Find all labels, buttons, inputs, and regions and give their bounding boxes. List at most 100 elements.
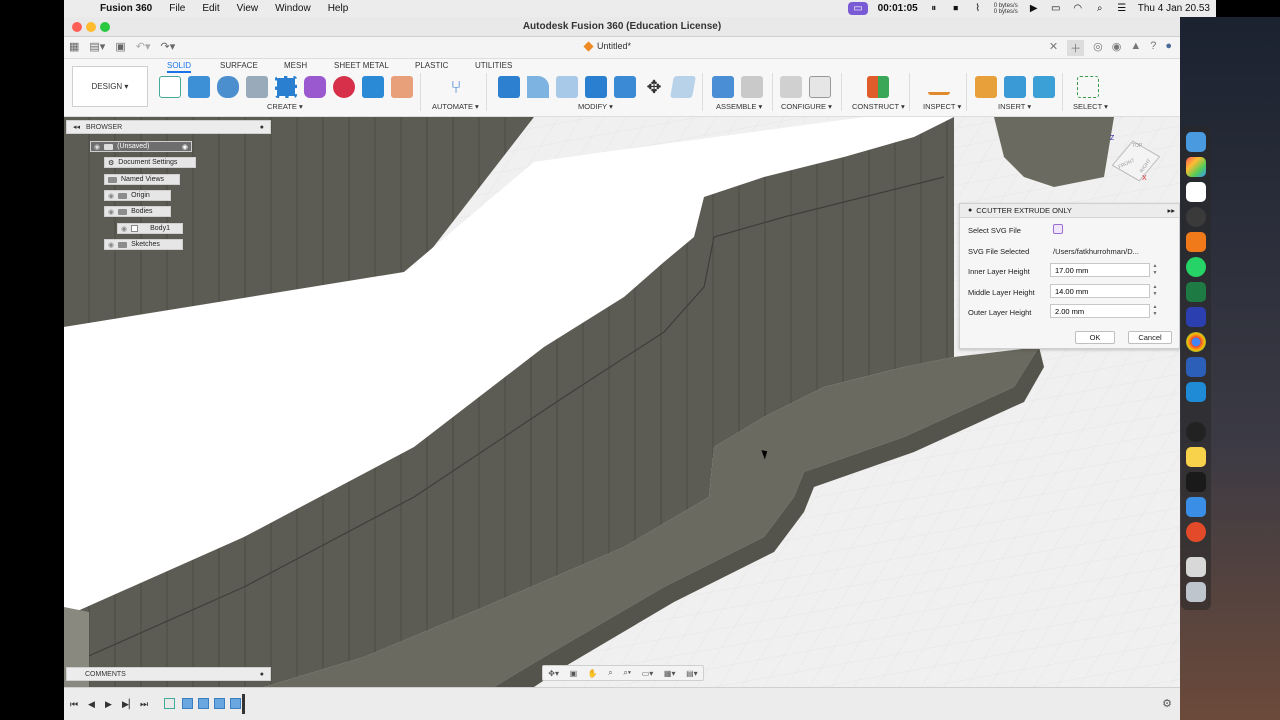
- timeline-extrude-feature-icon[interactable]: [230, 698, 241, 709]
- pattern-icon[interactable]: [275, 76, 297, 98]
- collapse-browser-icon[interactable]: ◂◂: [73, 123, 80, 131]
- menu-edit[interactable]: Edit: [202, 3, 219, 14]
- data-panel-grid-icon[interactable]: ▦: [69, 40, 79, 53]
- timeline-end-icon[interactable]: ⏭: [140, 699, 148, 710]
- timeline-start-icon[interactable]: ⏮: [70, 699, 78, 710]
- viewcube[interactable]: TOP FRONT RIGHT X Z: [1110, 135, 1161, 183]
- fillet-icon[interactable]: [527, 76, 549, 98]
- new-component-icon[interactable]: [712, 76, 734, 98]
- user-avatar-icon[interactable]: ●: [1165, 40, 1172, 56]
- box-icon[interactable]: [391, 76, 413, 98]
- active-solid-tool-icon[interactable]: [362, 76, 384, 98]
- timeline-next-icon[interactable]: ▶▏: [122, 699, 136, 710]
- save-icon[interactable]: ▣: [115, 40, 125, 53]
- menubar-clock[interactable]: Thu 4 Jan 20.53: [1138, 3, 1210, 14]
- ok-button[interactable]: OK: [1075, 331, 1115, 344]
- dialog-header[interactable]: ● CCUTTER EXTRUDE ONLY ▸▸: [960, 204, 1179, 218]
- wifi-icon[interactable]: ◠: [1072, 3, 1084, 14]
- fit-zoom-icon[interactable]: ⌕▾: [623, 668, 631, 678]
- notes-icon[interactable]: [1186, 447, 1206, 467]
- tab-utilities[interactable]: UTILITIES: [475, 61, 512, 70]
- visibility-eye-icon[interactable]: ◉: [108, 241, 114, 249]
- tree-node-document-settings[interactable]: ⚙ Document Settings: [104, 157, 196, 168]
- insert-group-label[interactable]: INSERT ▾: [998, 102, 1031, 111]
- close-tab-icon[interactable]: ✕: [1049, 40, 1058, 56]
- workspace-switcher-button[interactable]: DESIGN ▾: [72, 66, 148, 107]
- spotlight-search-icon[interactable]: ⌕: [1094, 3, 1106, 14]
- notifications-bell-icon[interactable]: ▲: [1130, 40, 1141, 56]
- comments-panel-header[interactable]: COMMENTS ●: [66, 667, 271, 681]
- grid-settings-icon[interactable]: ▤▾: [686, 669, 698, 678]
- configure-group-label[interactable]: CONFIGURE ▾: [781, 102, 832, 111]
- timeline-sketch-feature-icon[interactable]: [164, 698, 175, 709]
- visibility-eye-icon[interactable]: ◉: [108, 208, 114, 216]
- system-settings-icon[interactable]: [1186, 207, 1206, 227]
- move-icon[interactable]: ✥: [643, 76, 665, 98]
- app-menu[interactable]: Fusion 360: [100, 3, 152, 14]
- visual-style-icon[interactable]: ▦▾: [664, 669, 676, 678]
- revolve-icon[interactable]: [217, 76, 239, 98]
- tree-node-bodies[interactable]: ◉ Bodies: [104, 206, 171, 217]
- assemble-group-label[interactable]: ASSEMBLE ▾: [716, 102, 762, 111]
- outer-height-stepper[interactable]: ▲ ▼: [1152, 304, 1158, 318]
- cancel-button[interactable]: Cancel: [1128, 331, 1172, 344]
- middle-height-stepper[interactable]: ▲ ▼: [1152, 284, 1158, 298]
- inner-layer-height-input[interactable]: [1050, 263, 1150, 277]
- terminal-icon[interactable]: [1186, 472, 1206, 492]
- press-pull-icon[interactable]: [498, 76, 520, 98]
- extrude-icon[interactable]: [188, 76, 210, 98]
- create-group-label[interactable]: CREATE ▾: [267, 102, 303, 111]
- menu-view[interactable]: View: [237, 3, 259, 14]
- extensions-icon[interactable]: ◎: [1093, 40, 1103, 56]
- word-icon[interactable]: [1186, 357, 1206, 377]
- viewcube-top-label[interactable]: TOP: [1132, 143, 1142, 149]
- measure-icon[interactable]: [928, 81, 950, 95]
- activate-radio-icon[interactable]: ◉: [182, 143, 188, 151]
- undo-icon[interactable]: ↶▾: [136, 40, 151, 53]
- excel-icon[interactable]: [1186, 282, 1206, 302]
- construct-group-label[interactable]: CONSTRUCT ▾: [852, 102, 905, 111]
- kicad-icon[interactable]: [1186, 307, 1206, 327]
- chamfer-icon[interactable]: [556, 76, 578, 98]
- browser-panel-header[interactable]: ◂◂ BROWSER ●: [66, 120, 271, 134]
- browser-pin-icon[interactable]: ●: [260, 124, 264, 131]
- help-icon[interactable]: ?: [1150, 40, 1156, 56]
- combine-icon[interactable]: [614, 76, 636, 98]
- wifi-tool-icon[interactable]: [1186, 422, 1206, 442]
- outer-layer-height-input[interactable]: [1050, 304, 1150, 318]
- chrome-icon[interactable]: [1186, 332, 1206, 352]
- insert-derive-icon[interactable]: [975, 76, 997, 98]
- screen-record-icon[interactable]: ▭: [848, 2, 868, 15]
- globe-icon[interactable]: [333, 76, 355, 98]
- hole-icon[interactable]: [246, 76, 268, 98]
- construct-plane-icon[interactable]: [867, 76, 889, 98]
- vscode-icon[interactable]: [1186, 382, 1206, 402]
- automate-icon[interactable]: ⑂: [445, 76, 467, 98]
- timeline-settings-gear-icon[interactable]: ⚙: [1162, 697, 1172, 710]
- screen-recorder-icon[interactable]: [1186, 522, 1206, 542]
- redo-icon[interactable]: ↷▾: [160, 40, 175, 53]
- launchpad-icon[interactable]: [1186, 157, 1206, 177]
- scale-icon[interactable]: [670, 76, 696, 98]
- freeform-icon[interactable]: [1186, 182, 1206, 202]
- configure-icon[interactable]: [780, 76, 802, 98]
- dialog-expand-icon[interactable]: ▸▸: [1167, 206, 1175, 215]
- timeline-extrude-feature-icon[interactable]: [214, 698, 225, 709]
- tab-plastic[interactable]: PLASTIC: [415, 61, 448, 70]
- zoom-icon[interactable]: ⌕: [608, 668, 612, 678]
- menu-help[interactable]: Help: [328, 3, 349, 14]
- tree-node-origin[interactable]: ◉ Origin: [104, 190, 171, 201]
- finder-icon[interactable]: [1186, 132, 1206, 152]
- automate-group-label[interactable]: AUTOMATE ▾: [432, 102, 479, 111]
- fusion-360-icon[interactable]: [1186, 232, 1206, 252]
- visibility-eye-icon[interactable]: ◉: [94, 143, 100, 151]
- table-icon[interactable]: [809, 76, 831, 98]
- tree-root-unsaved[interactable]: ◉ (Unsaved) ◉: [90, 141, 192, 152]
- dialog-collapse-icon[interactable]: ●: [968, 207, 972, 214]
- pause-icon[interactable]: ⏸: [928, 3, 940, 14]
- 3d-viewport[interactable]: TOP FRONT RIGHT X Z ◂◂ BROWSER ● ◉ (Unsa…: [64, 117, 1180, 687]
- inspect-group-label[interactable]: INSPECT ▾: [923, 102, 961, 111]
- insert-image-icon[interactable]: [1033, 76, 1055, 98]
- shell-icon[interactable]: [585, 76, 607, 98]
- pan-hand-icon[interactable]: ✋: [588, 669, 598, 678]
